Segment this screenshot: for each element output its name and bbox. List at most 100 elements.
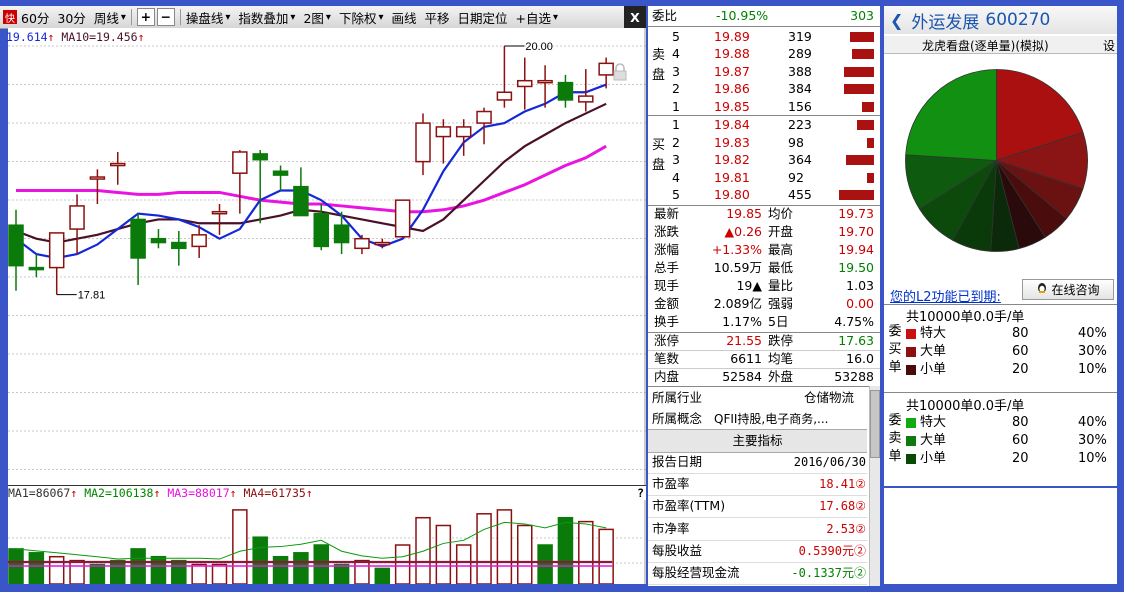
app-window: 快 60分 30分 周线 + − 操盘线 指数叠加 2图 下除权 画线 平移 日…: [0, 0, 1124, 592]
add-watchlist-menu[interactable]: +自选: [512, 6, 563, 28]
level-number: 4: [672, 46, 680, 62]
candle-body: [394, 199, 411, 238]
buy-level-row[interactable]: 2 19.83 98: [648, 134, 880, 152]
stat-label: 量比: [768, 278, 794, 293]
volume-bar: [852, 49, 874, 60]
volume-bar: [110, 559, 126, 584]
candle-body: [150, 237, 167, 244]
two-chart-menu[interactable]: 2图: [299, 6, 334, 28]
help-button[interactable]: ?: [637, 486, 644, 500]
sell-level-row[interactable]: 1 19.85 156: [648, 98, 880, 116]
order-pct: 10%: [1078, 362, 1107, 377]
ma10-value: MA10=19.456: [61, 30, 138, 44]
volume-bar: [354, 559, 370, 584]
level-number: 5: [672, 187, 680, 203]
buy-level-row[interactable]: 1 19.84 223: [648, 116, 880, 134]
volume-bar: [844, 84, 874, 95]
date-locate-button[interactable]: 日期定位: [454, 6, 512, 28]
volume-bar: [89, 563, 106, 584]
order-count: 80: [1012, 326, 1029, 341]
consult-label: 在线咨询: [1051, 283, 1100, 297]
level-volume: 455: [788, 187, 812, 203]
sell-level-row[interactable]: 3 19.87 388: [648, 63, 880, 81]
order-size-label: 小单: [920, 451, 947, 466]
group-header: 共10000单0.0手/单: [906, 310, 1025, 325]
vol-ma1: MA1=86067: [8, 486, 71, 500]
stat-label: 总手: [654, 260, 680, 275]
kline-chart[interactable]: 20.00 17.81: [8, 28, 646, 584]
divider: [648, 584, 867, 585]
l2-expired-link[interactable]: 您的L2功能已到期:: [890, 286, 1001, 305]
indicators-title: 主要指标: [648, 429, 867, 453]
indicator-label: 市盈率: [652, 476, 690, 492]
level-volume: 98: [788, 134, 804, 150]
candle-body: [496, 91, 513, 101]
sell-level-row[interactable]: 5 19.89 319: [648, 28, 880, 46]
volume-bar: [517, 524, 533, 584]
volume-bar: [844, 66, 874, 77]
volume-bar: [313, 544, 329, 584]
ex-rights-menu[interactable]: 下除权: [335, 6, 388, 28]
stat-value: 19.73: [838, 206, 874, 221]
stat-label: 涨跌: [654, 224, 680, 239]
stock-title-bar: ❮ 外运发展 600270: [884, 6, 1117, 34]
stat-value: 19.50: [838, 260, 874, 275]
volume-bar: [867, 172, 874, 183]
volume-legend: MA1=86067↑ MA2=106138↑ MA3=88017↑ MA4=61…: [8, 485, 646, 500]
legend-swatch: [906, 454, 916, 464]
limit-label: 涨停: [654, 333, 680, 348]
candle-body: [455, 126, 472, 138]
buy-level-row[interactable]: 5 19.80 455: [648, 186, 880, 204]
volume-bar: [394, 544, 411, 584]
quick-icon[interactable]: 快: [3, 10, 17, 25]
tab-weekly[interactable]: 周线: [90, 6, 130, 28]
volume-bar: [557, 516, 574, 584]
kline-svg: 20.00 17.81: [8, 28, 646, 584]
tab-30min[interactable]: 30分: [53, 6, 89, 28]
divider: [648, 26, 880, 27]
level-volume: 156: [788, 98, 812, 114]
buy-level-row[interactable]: 3 19.82 364: [648, 151, 880, 169]
stat-value: 19.85: [726, 206, 762, 221]
back-arrow-icon[interactable]: ❮: [890, 11, 903, 30]
tab-60min[interactable]: 60分: [17, 6, 53, 28]
sell-level-row[interactable]: 2 19.86 384: [648, 80, 880, 98]
online-consult-button[interactable]: 在线咨询: [1022, 279, 1114, 300]
sell-level-row[interactable]: 4 19.88 289: [648, 45, 880, 63]
settings-button[interactable]: 设: [1103, 37, 1115, 54]
candle-body: [598, 62, 614, 76]
zoom-in-button[interactable]: +: [136, 8, 155, 26]
limit-row: 笔数 6611 均笔 16.0: [648, 350, 880, 369]
pan-button[interactable]: 平移: [421, 6, 454, 28]
buy-level-row[interactable]: 4 19.81 92: [648, 169, 880, 187]
order-size-label: 大单: [920, 344, 947, 359]
operation-line-menu[interactable]: 操盘线: [182, 6, 235, 28]
industry-value[interactable]: 仓储物流: [804, 389, 854, 407]
divider: [179, 9, 181, 25]
lock-icon[interactable]: [613, 63, 627, 81]
candle-body: [354, 237, 370, 250]
panel-footer-blank: [884, 488, 1117, 584]
level-price: 19.80: [714, 187, 750, 203]
stat-value: 1.17%: [722, 314, 762, 329]
candle-body: [537, 79, 553, 84]
concept-value[interactable]: QFII持股,电子商务,...: [714, 410, 829, 428]
level-price: 19.86: [714, 81, 750, 97]
order-size-row: 特大 80 40%: [906, 325, 1116, 343]
draw-line-button[interactable]: 画线: [387, 6, 420, 28]
candle-body: [313, 212, 329, 248]
indicator-value: 18.41②: [819, 477, 866, 492]
candle-body: [211, 210, 228, 215]
level-price: 19.89: [714, 29, 750, 44]
scrollbar-thumb[interactable]: [870, 390, 880, 458]
stat-row: 总手 10.59万 最低 19.50: [648, 259, 880, 277]
zoom-out-button[interactable]: −: [156, 8, 175, 26]
order-size-label: 特大: [920, 326, 947, 341]
limit-value: 52584: [722, 369, 762, 384]
level-price: 19.87: [714, 63, 750, 79]
weibi-label: 委比: [652, 8, 678, 23]
low-price-label: 17.81: [78, 290, 106, 302]
collapse-toolbar-button[interactable]: X: [624, 6, 646, 28]
indicator-value: 2.53②: [826, 521, 866, 536]
index-overlay-menu[interactable]: 指数叠加: [234, 6, 299, 28]
